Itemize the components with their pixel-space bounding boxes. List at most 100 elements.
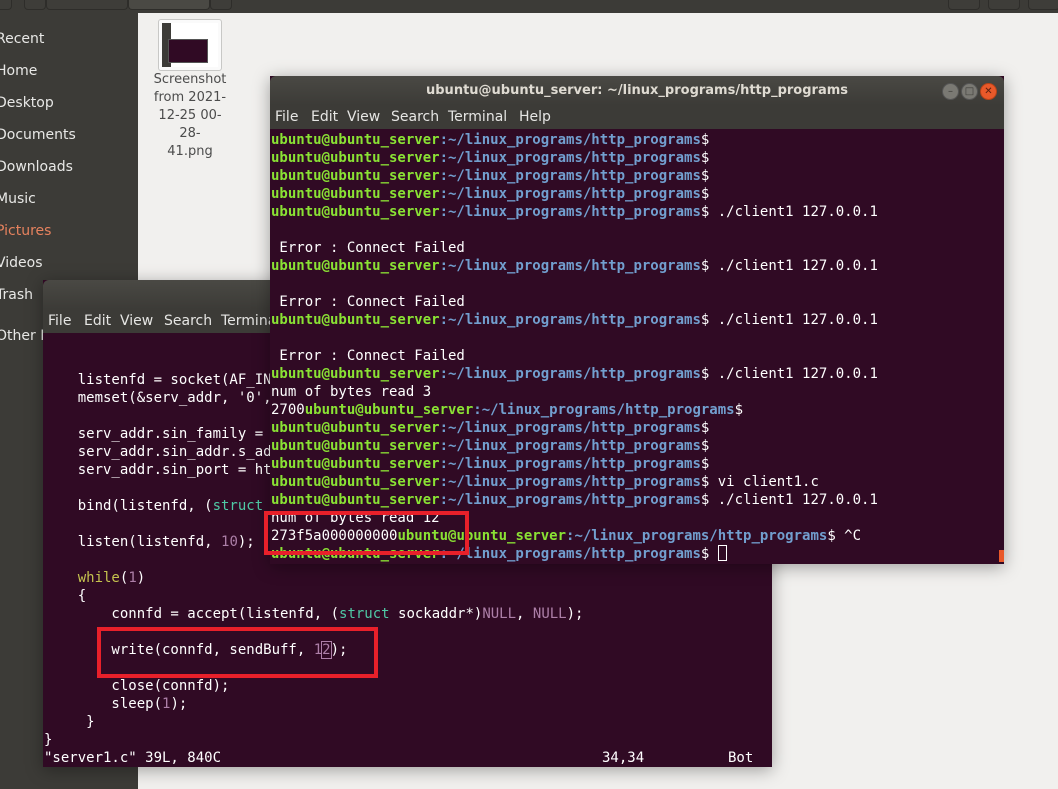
menu-search[interactable]: Search — [391, 109, 439, 125]
sidebar-item-trash[interactable]: Trash — [0, 287, 33, 303]
menu-button[interactable] — [1028, 0, 1058, 10]
menu-terminal[interactable]: Terminal — [448, 109, 507, 125]
menu-file[interactable]: File — [275, 109, 298, 125]
prompt-user: ubuntu@ubuntu_server — [271, 258, 440, 274]
view-button[interactable] — [948, 0, 980, 10]
status-file-info: "server1.c" 39L, 840C — [44, 750, 222, 766]
code-token: ) — [136, 570, 146, 586]
file-thumbnail[interactable] — [158, 19, 222, 71]
prompt-path: :~/linux_programs/http_programs — [439, 168, 701, 184]
file-name-line: Screenshot — [153, 72, 227, 87]
code-token: sleep( — [44, 696, 163, 712]
titlebar[interactable]: ubuntu@ubuntu_server: ~/linux_programs/h… — [270, 76, 1004, 105]
command-text: ./client1 127.0.0.1 — [709, 366, 878, 382]
file-name-line: 41.png — [167, 144, 213, 159]
prompt-path: :~/linux_programs/http_programs — [439, 312, 701, 328]
path-button-current[interactable] — [128, 0, 210, 10]
code-token: { — [44, 588, 87, 604]
window-title: ubuntu@ubuntu_server: ~/linux_programs/h… — [426, 83, 848, 98]
close-button[interactable]: ✕ — [980, 83, 997, 100]
sort-button[interactable] — [988, 0, 1020, 10]
sidebar-item-home[interactable]: Home — [0, 63, 37, 79]
menu-edit[interactable]: Edit — [84, 313, 111, 329]
prompt-user: ubuntu@ubuntu_server — [271, 168, 440, 184]
menu-edit[interactable]: Edit — [311, 109, 338, 125]
sidebar-item-music[interactable]: Music — [0, 191, 36, 207]
terminal-line: ubuntu@ubuntu_server:~/linux_programs/ht… — [271, 437, 1004, 455]
code-line: close(connfd); — [44, 677, 772, 695]
command-text: ./client1 127.0.0.1 — [709, 204, 878, 220]
maximize-icon: □ — [964, 86, 975, 97]
code-token: sockaddr*) — [389, 606, 483, 622]
terminal-line: 2700ubuntu@ubuntu_server:~/linux_program… — [271, 401, 1004, 419]
prompt-path: :~/linux_programs/http_programs — [439, 258, 701, 274]
back-button[interactable] — [24, 0, 46, 10]
text-cursor — [717, 545, 727, 561]
client-terminal-window[interactable]: ubuntu@ubuntu_server: ~/linux_programs/h… — [270, 76, 1004, 564]
file-name[interactable]: Screenshot from 2021- 12-25 00-28- 41.png — [148, 71, 232, 161]
prompt-user: ubuntu@ubuntu_server — [271, 456, 440, 472]
code-line: sleep(1); — [44, 695, 772, 713]
menu-view[interactable]: View — [347, 109, 380, 125]
code-token: bind(listenfd, ( — [44, 498, 213, 514]
menu-file[interactable]: File — [48, 313, 71, 329]
top-bar — [0, 0, 1058, 13]
code-token: , — [516, 606, 533, 622]
prompt-path: :~/linux_programs/http_programs — [439, 204, 701, 220]
terminal-line: ubuntu@ubuntu_server:~/linux_programs/ht… — [271, 131, 1004, 149]
code-line: } — [44, 713, 772, 731]
prompt-dollar: $ — [700, 438, 710, 454]
terminal-line: ubuntu@ubuntu_server:~/linux_programs/ht… — [271, 473, 1004, 491]
sidebar-item-downloads[interactable]: Downloads — [0, 159, 73, 175]
terminal-line: Error : Connect Failed — [271, 348, 465, 364]
terminal-line: ubuntu@ubuntu_server:~/linux_programs/ht… — [271, 311, 1004, 329]
sidebar-item-documents[interactable]: Documents — [0, 127, 76, 143]
terminal-line: num of bytes read 3 — [271, 384, 432, 400]
code-token: while — [77, 570, 120, 586]
code-token: close(connfd); — [44, 678, 230, 694]
prompt-user: ubuntu@ubuntu_server — [304, 402, 474, 418]
scrollbar[interactable] — [999, 550, 1004, 562]
terminal-line: Error : Connect Failed — [271, 240, 465, 256]
prompt-path: :~/linux_programs/http_programs — [439, 366, 701, 382]
code-token: } — [44, 732, 53, 748]
code-token: struct — [339, 606, 390, 622]
prompt-user: ubuntu@ubuntu_server — [271, 420, 440, 436]
menu-search[interactable]: Search — [164, 313, 212, 329]
file-name-line: 12-25 00-28- — [158, 108, 222, 141]
terminal-line: Error : Connect Failed — [271, 294, 465, 310]
sidebar-item-videos[interactable]: Videos — [0, 255, 43, 271]
prompt-path: :~/linux_programs/http_programs — [439, 546, 701, 562]
menu-view[interactable]: View — [120, 313, 153, 329]
terminal-output[interactable]: ubuntu@ubuntu_server:~/linux_programs/ht… — [271, 131, 1004, 564]
path-button-end[interactable] — [210, 0, 232, 10]
code-token: listen(listenfd, — [44, 534, 222, 550]
prompt-dollar: $ — [827, 528, 836, 544]
terminal-line: ubuntu@ubuntu_server:~/linux_programs/ht… — [271, 149, 1004, 167]
minimize-icon: – — [948, 86, 953, 97]
terminal-line: ubuntu@ubuntu_server:~/linux_programs/ht… — [271, 257, 1004, 275]
output-prefix: 2700 — [271, 402, 305, 418]
sidebar-item-pictures[interactable]: Pictures — [0, 223, 51, 239]
command-text: vi client1.c — [709, 474, 819, 490]
menu-help[interactable]: Help — [519, 109, 551, 125]
path-button[interactable] — [46, 0, 128, 10]
toolbar-segment[interactable] — [0, 0, 12, 10]
prompt-path: :~/linux_programs/http_programs — [439, 186, 701, 202]
prompt-path: :~/linux_programs/http_programs — [439, 456, 701, 472]
prompt-dollar: $ — [700, 150, 710, 166]
minimize-button[interactable]: – — [942, 83, 959, 100]
code-token: ); — [237, 534, 255, 550]
sidebar-item-recent[interactable]: Recent — [0, 31, 44, 47]
command-text: ^C — [835, 528, 862, 544]
code-token: struct — [212, 498, 264, 514]
maximize-button[interactable]: □ — [961, 83, 978, 100]
status-cursor-pos: 34,34 — [602, 750, 645, 766]
terminal-line: ubuntu@ubuntu_server:~/linux_programs/ht… — [271, 203, 1004, 221]
sidebar-item-desktop[interactable]: Desktop — [0, 95, 54, 111]
prompt-dollar: $ — [700, 420, 710, 436]
